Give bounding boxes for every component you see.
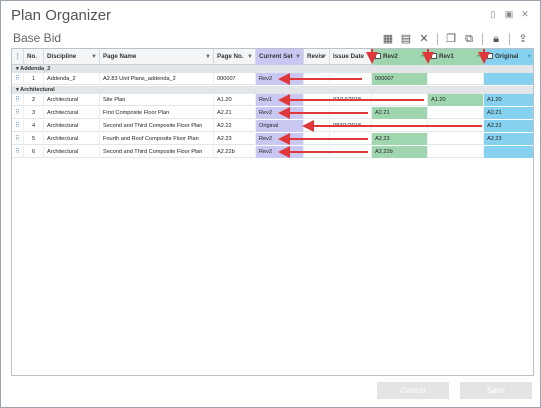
close-icon[interactable]: ✕ [417,32,431,46]
toolbar-divider [509,33,510,45]
toolbar: ▦ ▤ ✕ ❐ ⧉ 🔒︎ ⇪ [381,32,530,46]
toolbar-divider [437,33,438,45]
export-icon[interactable]: ⇪ [516,32,530,46]
copy-icon[interactable]: ❐ [444,32,458,46]
window-controls: ▯ ▣ ✕ [488,9,530,19]
document-icon[interactable]: ▯ [488,9,498,19]
plan-organizer-window: Plan Organizer ▯ ▣ ✕ Base Bid ▦ ▤ ✕ ❐ ⧉ … [0,0,541,408]
window-title: Plan Organizer [11,7,112,24]
close-icon[interactable]: ✕ [520,9,530,19]
plan-grid: ⋮ No. Discipline ▼ Page Name ▼ Page No. ▼ C… [11,48,534,376]
save-button[interactable]: Save [460,382,532,399]
document-icon[interactable]: ▤ [399,32,413,46]
set-name: Base Bid [13,31,62,45]
annotation-overlay [278,49,490,158]
calendar-icon[interactable]: ▦ [381,32,395,46]
duplicate-icon[interactable]: ⧉ [462,32,476,46]
lock-icon[interactable]: 🔒︎ [489,32,503,46]
toolbar-divider [482,33,483,45]
cancel-button[interactable]: Cancel [377,382,449,399]
maximize-icon[interactable]: ▣ [504,9,514,19]
